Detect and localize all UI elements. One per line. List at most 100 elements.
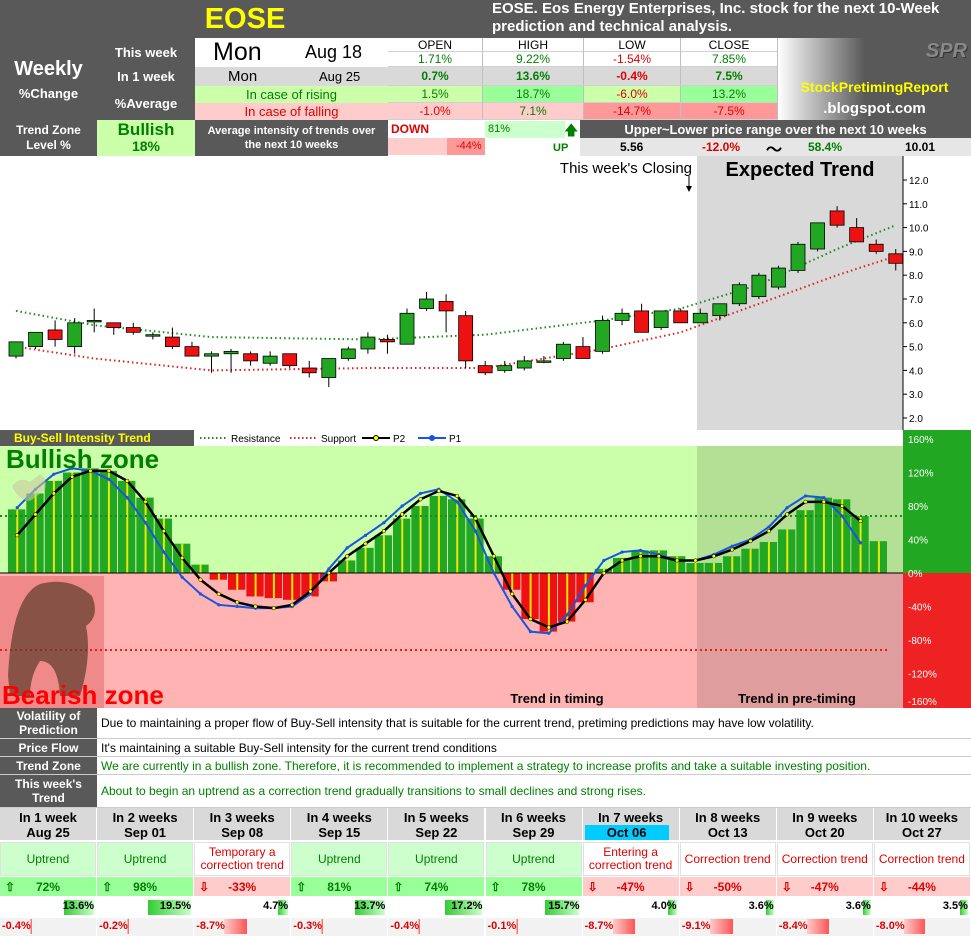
forecast-high: 4.7% [263,900,289,912]
ohlc-cell-row1-3: 7.85% [681,52,778,67]
p2-point [161,529,166,534]
p1-point [583,583,588,588]
forecast-date: Sep 01 [124,825,167,840]
day-text: Mon [213,38,262,66]
intensity-bar-highlight [382,535,385,573]
ohlc-cell-cols-1: HIGH [483,38,584,52]
p2-point [235,600,240,605]
candle [8,341,24,359]
p1-point [382,521,386,525]
p1-point [455,500,459,504]
intensity-bar-highlight [639,550,642,573]
intensity-bar-highlight [217,573,220,580]
forecast-column: In 6 weeks Sep 29 Uptrend ⇧ 78% 15.7% -0.1% [485,808,582,937]
intensity-bar-highlight [144,497,147,573]
forecast-low: -8.7% [196,920,225,932]
intensity-tick-label: -120% [908,670,937,681]
p2-point [125,478,130,483]
p2-point [858,519,863,524]
forecast-week: In 8 weeks [695,810,761,824]
p1-point [858,541,863,545]
candle [673,308,689,324]
forecast-trend: Uptrend [388,842,485,876]
intensity-bar-highlight [126,480,129,573]
forecast-trend: Correction trend [679,842,776,876]
level-label: Level % [26,138,71,152]
price-tick-label: 2.0 [909,414,923,425]
candle [810,222,825,252]
intensity-bar-highlight [236,573,239,590]
trend-zone-label: Trend Zone [16,123,81,137]
avg-intensity-text: Average intensity of trends over the nex… [195,120,388,156]
p2-point [803,499,808,504]
p2-point [345,554,350,559]
ticker-title: EOSE [204,2,286,35]
falling-label: In case of falling [195,103,388,120]
p1-point [730,544,734,548]
intensity-tick-label: 0% [908,569,923,580]
forecast-week: In 6 weeks [500,810,567,824]
ohlc-cell-row1-1: 9.22% [483,52,584,67]
forecast-low: -0.4% [2,920,31,932]
p1-point [785,506,789,510]
ohlc-cell-rising-0: 1.5% [388,86,483,103]
expected-zone-bg [697,156,903,430]
candle [28,331,43,349]
p2-point [491,554,496,559]
intensity-bar-highlight [749,548,752,573]
p2-point [253,604,258,609]
intensity-tick-label: 160% [908,435,934,446]
forecast-high: 13.7% [354,900,386,912]
intensity-bar-highlight [456,499,459,573]
p2-point [216,591,221,596]
p1-point [418,491,423,496]
candle [458,310,474,369]
intensity-bar-highlight [437,495,440,573]
p1-point [638,548,643,552]
p1-point [492,571,496,575]
intensity-bar-highlight [474,518,477,573]
p2-point [180,555,185,560]
forecast-pct: -47% [810,879,839,894]
p1-point [565,613,569,617]
forecast-trend: Entering a correction trend [582,842,679,876]
price-tick-label: 8.0 [909,271,923,282]
forecast-trend: Uptrend [485,842,582,876]
ohlc-cell-rising-3: 13.2% [681,86,778,103]
forecast-high: 4.0% [651,900,677,912]
forecast-trend: Correction trend [873,842,970,876]
intensity-bar-highlight [364,547,367,573]
forecast-column: In 2 weeks Sep 01 Uptrend ⇧ 98% 19.5% -0.2% [97,808,194,937]
analysis-row: Price Flow It's maintaining a suitable Bu… [0,739,971,757]
forecast-week: In 4 weeks [306,810,372,824]
forecast-trend: Temporary a correction trend [194,842,291,876]
intensity-bar-highlight [34,493,37,573]
forecast-pct-cell: ⇩ -50% [679,877,776,896]
p2-point [143,499,148,504]
p2-point [70,474,75,479]
this-week-label: This week [97,38,195,67]
forecast-pct-cell: ⇩ -33% [194,877,291,896]
intensity-tick-label: 40% [908,536,928,547]
p2-point [711,554,716,559]
p1-point [235,604,239,609]
forecast-week: In 3 weeks [209,810,275,824]
forecast-date: Sep 22 [415,825,458,840]
price-tick-label: 12.0 [909,176,929,187]
forecast-low: -0.2% [99,920,128,932]
intensity-tick-label: -40% [908,603,931,614]
up-label: UP [553,142,569,154]
intensity-bar-highlight [767,542,770,573]
analysis-row-text: It's maintaining a suitable Buy-Sell int… [101,740,497,755]
forecast-trend: Uptrend [0,842,96,876]
forecast-pct: 98% [133,879,158,894]
p1-point [803,494,808,498]
forecast-pct: -33% [228,879,257,894]
candle [595,315,610,354]
p1-point [143,521,148,525]
svg-text:Resistance: Resistance [231,434,281,445]
forecast-column: In 9 weeks Oct 20 Correction trend ⇩ -47% 3.6… [776,808,873,937]
p2-point [363,541,368,546]
p1-point [162,550,166,554]
forecast-low: -0.1% [487,920,517,932]
